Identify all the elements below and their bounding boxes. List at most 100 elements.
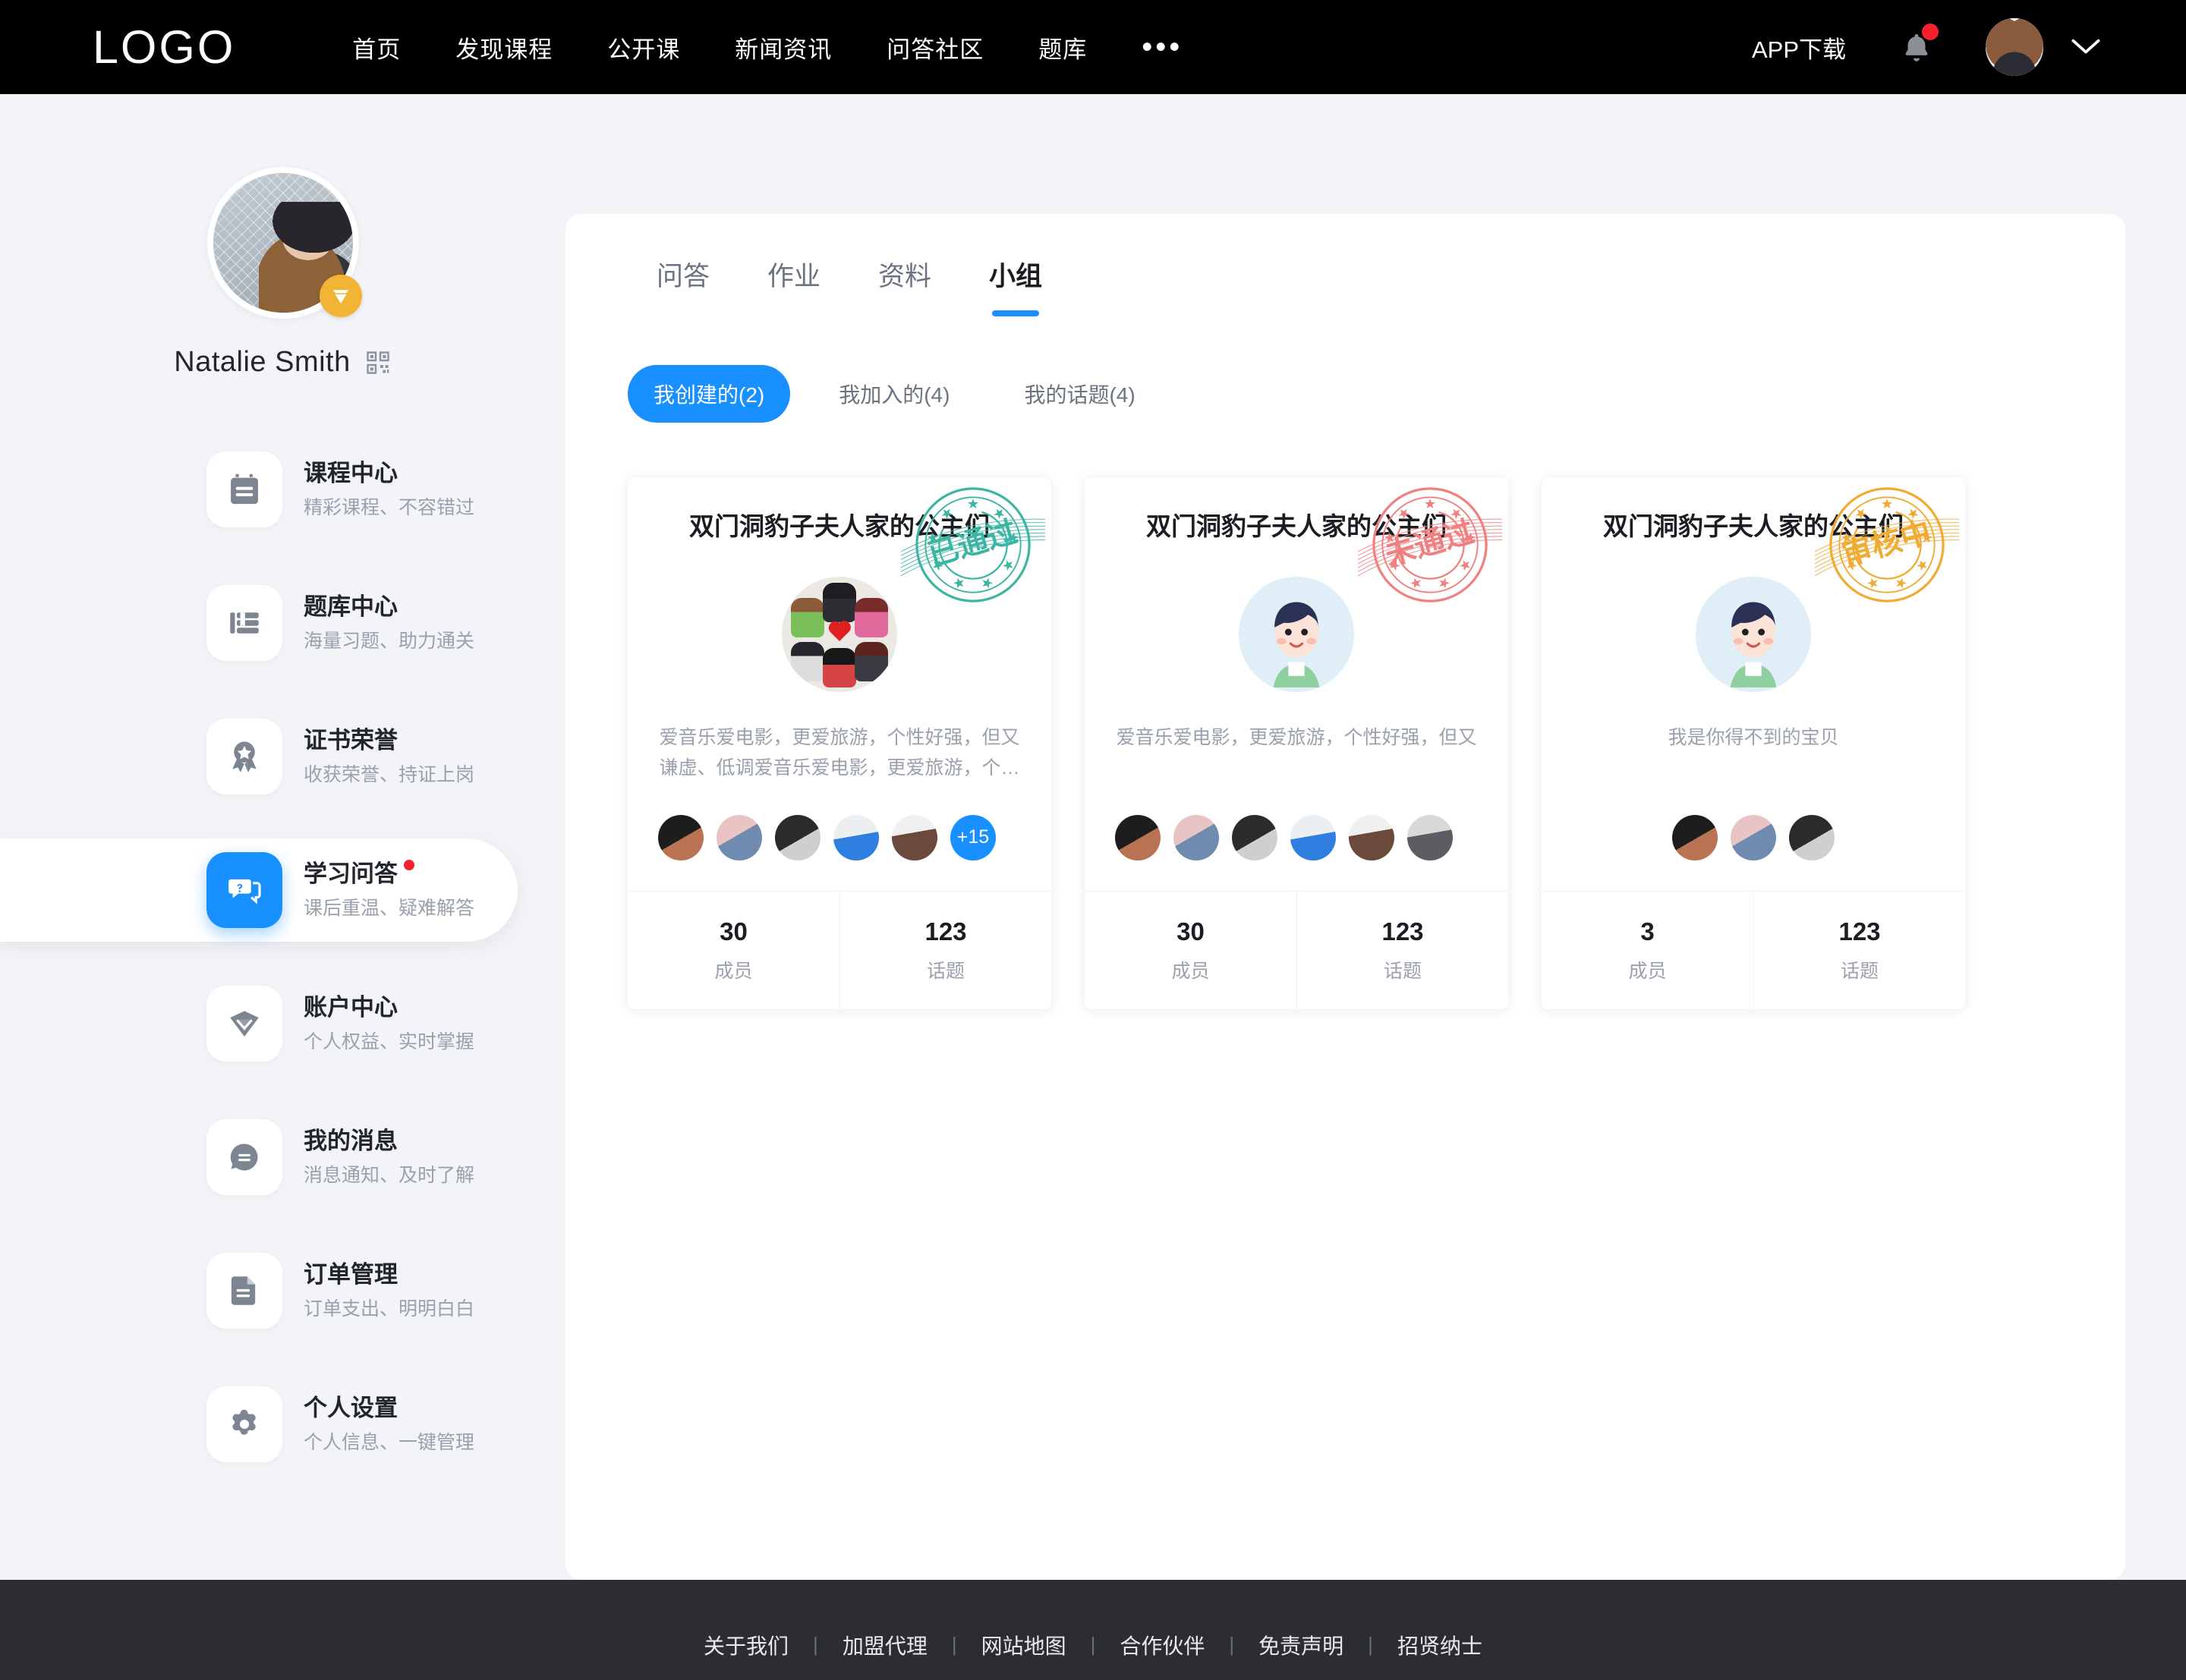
member-avatar[interactable] [1232,814,1277,860]
stat-value: 123 [924,917,967,945]
nav-item-home[interactable]: 首页 [325,30,428,64]
main-content: 问答 作业 资料 小组 我创建的(2) 我加入的(4) 我的话题(4) 双门洞豹… [565,94,2186,1580]
sidebar-item-learning-qa[interactable]: 学习问答 课后重温、疑难解答 [0,838,518,942]
group-card-body: 双门洞豹子夫人家的公主们 [1542,477,1965,891]
group-card-title: 双门洞豹子夫人家的公主们 [1146,512,1447,540]
member-overflow-badge[interactable]: +15 [950,814,996,860]
tab-qa[interactable]: 问答 [626,255,739,316]
profile-avatar-wrap[interactable] [206,167,362,319]
chevron-down-icon[interactable] [2071,37,2101,57]
sidebar-item-title: 证书荣誉 [304,727,398,753]
diamond-icon [230,1011,259,1037]
qrcode-icon[interactable] [364,349,392,376]
member-avatar[interactable] [775,814,821,860]
footer-link-sitemap[interactable]: 网站地图 [957,1630,1091,1660]
tab-groups[interactable]: 小组 [960,255,1071,316]
sidebar-item-certificates[interactable]: 证书荣誉 收获荣誉、持证上岗 [0,705,565,808]
pill-joined-by-me[interactable]: 我加入的(4) [813,365,975,423]
member-avatar[interactable] [833,814,879,860]
stat-label: 话题 [926,961,965,983]
member-avatar[interactable] [658,814,704,860]
group-card-body: 双门洞豹子夫人家的公主们 [1085,477,1508,891]
group-card[interactable]: 双门洞豹子夫人家的公主们 [1085,477,1508,1010]
group-card[interactable]: 双门洞豹子夫人家的公主们 [1542,477,1965,1010]
avatar[interactable] [1986,18,2043,76]
reviewing-stamp-icon: 审核中 [1815,487,1959,602]
nav-item-courses[interactable]: 发现课程 [428,30,580,64]
page-body: Natalie Smith 课程中心 精彩课程、不容错过 题库中心 海量习题、助… [0,94,2186,1580]
sidebar-item-title: 学习问答 [304,860,414,889]
group-card-title: 双门洞豹子夫人家的公主们 [689,512,990,540]
sidebar-item-text: 个人设置 个人信息、一键管理 [304,1394,474,1455]
group-member-avatars [1115,814,1478,891]
footer-link-careers[interactable]: 招贤纳士 [1373,1630,1507,1660]
friend-figure [823,647,856,687]
sidebar-item-my-messages[interactable]: 我的消息 消息通知、及时了解 [0,1106,565,1209]
sidebar-item-text: 课程中心 精彩课程、不容错过 [304,459,474,520]
app-download-link[interactable]: APP下载 [1752,30,1846,64]
sidebar-item-account-center[interactable]: 账户中心 个人权益、实时掌握 [0,972,565,1075]
member-avatar[interactable] [1173,814,1219,860]
nav-item-news[interactable]: 新闻资讯 [707,30,859,64]
sidebar-item-course-center[interactable]: 课程中心 精彩课程、不容错过 [0,438,565,541]
sidebar-item-subtitle: 消息通知、及时了解 [304,1164,475,1186]
sidebar-item-title: 个人设置 [304,1395,398,1421]
footer-link-disclaimer[interactable]: 免责声明 [1234,1630,1368,1660]
stat-members: 3 成员 [1542,892,1753,1009]
sidebar-item-personal-settings[interactable]: 个人设置 个人信息、一键管理 [0,1373,565,1476]
group-card-stats: 3 成员 123 话题 [1542,890,1965,1010]
group-friends-avatar [782,576,897,692]
heart-icon [830,622,849,641]
site-logo[interactable]: LOGO [93,24,235,71]
rejected-stamp-icon: 未通过 [1358,487,1502,602]
boy-cartoon-avatar [1696,576,1811,692]
top-bar-right-actions: APP下载 [1752,18,2101,76]
sidebar-item-badge-dot [404,860,414,870]
friend-figure [855,641,888,681]
group-card[interactable]: 双门洞豹子夫人家的公主们 [628,477,1051,1010]
pill-my-topics[interactable]: 我的话题(4) [998,365,1161,423]
member-avatar[interactable] [1789,814,1835,860]
stat-label: 成员 [1171,961,1210,983]
footer-separator: | [1090,1633,1096,1656]
stat-value: 30 [720,917,748,945]
notification-bell-button[interactable] [1896,24,1939,71]
notification-dot [1922,24,1939,40]
tab-homework[interactable]: 作业 [739,255,849,316]
sidebar-item-text: 题库中心 海量习题、助力通关 [304,593,474,653]
message-icon [230,1144,258,1171]
member-avatar[interactable] [1672,814,1718,860]
profile-name-row: Natalie Smith [174,346,391,379]
nav-item-qa-community[interactable]: 问答社区 [859,30,1011,64]
boy-cartoon-illustration [1239,576,1354,692]
page-footer: 关于我们 | 加盟代理 | 网站地图 | 合作伙伴 | 免责声明 | 招贤纳士 … [0,1580,2186,1680]
sidebar-item-order-management[interactable]: 订单管理 订单支出、明明白白 [0,1239,565,1342]
sidebar: Natalie Smith 课程中心 精彩课程、不容错过 题库中心 海量习题、助… [0,94,565,1580]
stat-members: 30 成员 [628,892,839,1009]
sidebar-item-subtitle: 订单支出、明明白白 [304,1298,475,1320]
nav-item-open-class[interactable]: 公开课 [580,30,707,64]
member-avatar[interactable] [717,814,762,860]
member-avatar[interactable] [1290,814,1336,860]
medal-icon [232,741,257,772]
sidebar-item-title: 题库中心 [304,593,398,620]
footer-link-partners[interactable]: 合作伙伴 [1095,1630,1229,1660]
member-avatar[interactable] [1115,814,1161,860]
footer-link-franchise[interactable]: 加盟代理 [818,1630,952,1660]
member-avatar[interactable] [1349,814,1394,860]
member-avatar[interactable] [1407,814,1453,860]
group-card-list: 双门洞豹子夫人家的公主们 已通过 爱音乐爱电影，更爱旅游，个性好强，但又谦虚、低… [565,423,2125,1010]
member-avatar[interactable] [892,814,937,860]
member-avatar[interactable] [1731,814,1776,860]
nav-item-question-bank[interactable]: 题库 [1011,30,1114,64]
stat-label: 成员 [1628,961,1667,983]
tab-materials[interactable]: 资料 [849,255,960,316]
nav-more-icon[interactable]: ••• [1114,32,1210,62]
footer-separator: | [1229,1633,1235,1656]
footer-link-about[interactable]: 关于我们 [679,1630,813,1660]
group-card-description: 爱音乐爱电影，更爱旅游，个性好强，但又 [1116,726,1477,748]
pill-created-by-me[interactable]: 我创建的(2) [628,365,791,423]
sidebar-icon-wrap [206,986,282,1062]
sidebar-item-question-bank-center[interactable]: 题库中心 海量习题、助力通关 [0,571,565,675]
group-card-title: 双门洞豹子夫人家的公主们 [1603,512,1904,540]
